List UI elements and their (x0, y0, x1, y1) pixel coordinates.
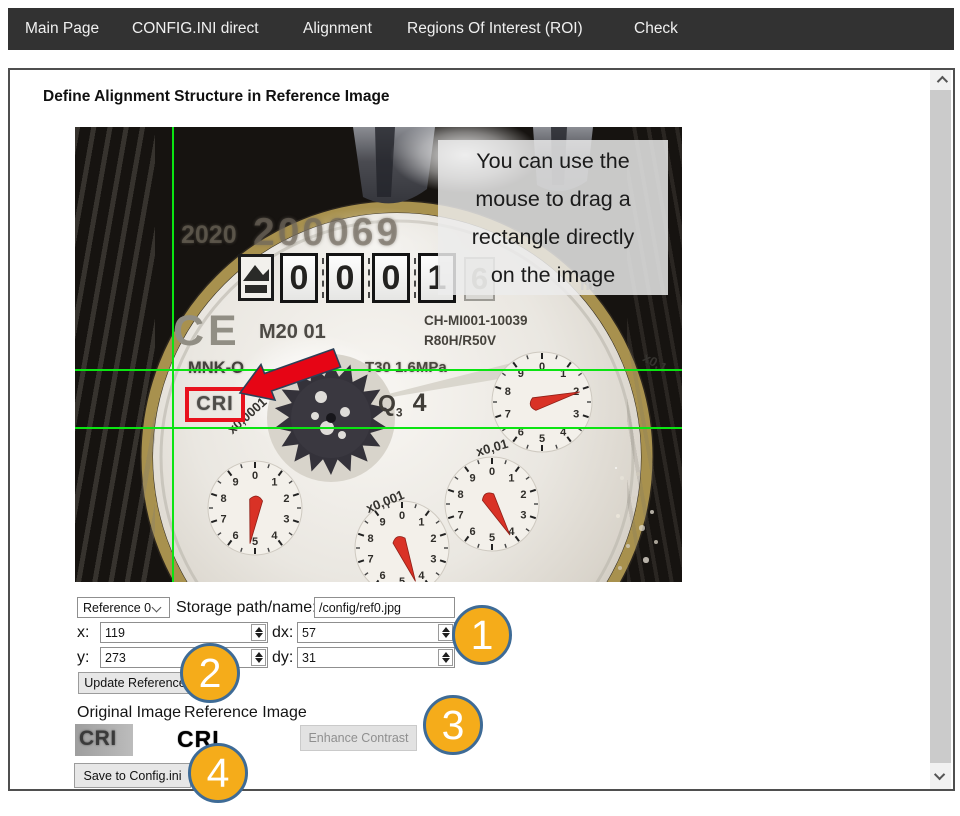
page-title: Define Alignment Structure in Reference … (43, 88, 390, 106)
dx-stepper[interactable] (438, 624, 453, 641)
stepper-up-icon[interactable] (255, 652, 263, 657)
nav-item-check[interactable]: Check (634, 8, 678, 50)
dy-field (297, 647, 455, 668)
scrollbar-down-button[interactable] (930, 763, 951, 789)
y-label: y: (77, 649, 89, 667)
red-arrow-icon (240, 349, 341, 400)
stepper-down-icon[interactable] (442, 633, 450, 638)
enhance-contrast-button[interactable]: Enhance Contrast (300, 725, 417, 751)
dy-label: dy: (272, 649, 293, 667)
scrollbar-thumb[interactable] (930, 90, 951, 763)
chevron-down-icon (933, 769, 944, 780)
x-stepper[interactable] (251, 624, 266, 641)
storage-path-label: Storage path/name: (176, 599, 317, 617)
stepper-down-icon[interactable] (255, 633, 263, 638)
scrollbar-up-button[interactable] (930, 70, 951, 90)
top-nav-bar: Main Page CONFIG.INI direct Alignment Re… (8, 8, 954, 50)
page: Main Page CONFIG.INI direct Alignment Re… (0, 0, 960, 816)
stepper-down-icon[interactable] (255, 658, 263, 663)
dx-field (297, 622, 455, 643)
x-input[interactable] (100, 622, 268, 643)
reference-select[interactable]: Reference 0 (77, 597, 170, 618)
hint-line: You can use the (438, 142, 668, 180)
storage-path-input[interactable] (314, 597, 455, 618)
reference-image-canvas[interactable]: 0123456789012345678901234567890123456789… (75, 127, 682, 582)
hint-line: on the image (438, 256, 668, 294)
x-field (100, 622, 268, 643)
reference-image-label: Reference Image (184, 704, 307, 722)
drag-hint-overlay: You can use the mouse to drag a rectangl… (438, 140, 668, 295)
y-stepper[interactable] (251, 649, 266, 666)
hint-line: rectangle directly (438, 218, 668, 256)
x-label: x: (77, 624, 89, 642)
nav-item-config-ini[interactable]: CONFIG.INI direct (132, 8, 259, 50)
step-badge-3: 3 (423, 695, 483, 755)
chevron-up-icon (936, 76, 947, 87)
stepper-up-icon[interactable] (255, 627, 263, 632)
nav-item-main-page[interactable]: Main Page (25, 8, 99, 50)
step-badge-1: 1 (452, 605, 512, 665)
dy-input[interactable] (297, 647, 455, 668)
step-badge-4: 4 (188, 743, 248, 803)
original-image-thumbnail: CRI (75, 724, 133, 756)
stepper-down-icon[interactable] (442, 658, 450, 663)
dx-input[interactable] (297, 622, 455, 643)
original-image-label: Original Image (77, 704, 181, 722)
update-reference-button[interactable]: Update Reference (78, 672, 192, 694)
step-badge-2: 2 (180, 643, 240, 703)
hint-line: mouse to drag a (438, 180, 668, 218)
stepper-up-icon[interactable] (442, 627, 450, 632)
dy-stepper[interactable] (438, 649, 453, 666)
save-to-config-button[interactable]: Save to Config.ini (74, 763, 191, 788)
dx-label: dx: (272, 624, 293, 642)
nav-item-roi[interactable]: Regions Of Interest (ROI) (407, 8, 583, 50)
nav-item-alignment[interactable]: Alignment (303, 8, 372, 50)
stepper-up-icon[interactable] (442, 652, 450, 657)
